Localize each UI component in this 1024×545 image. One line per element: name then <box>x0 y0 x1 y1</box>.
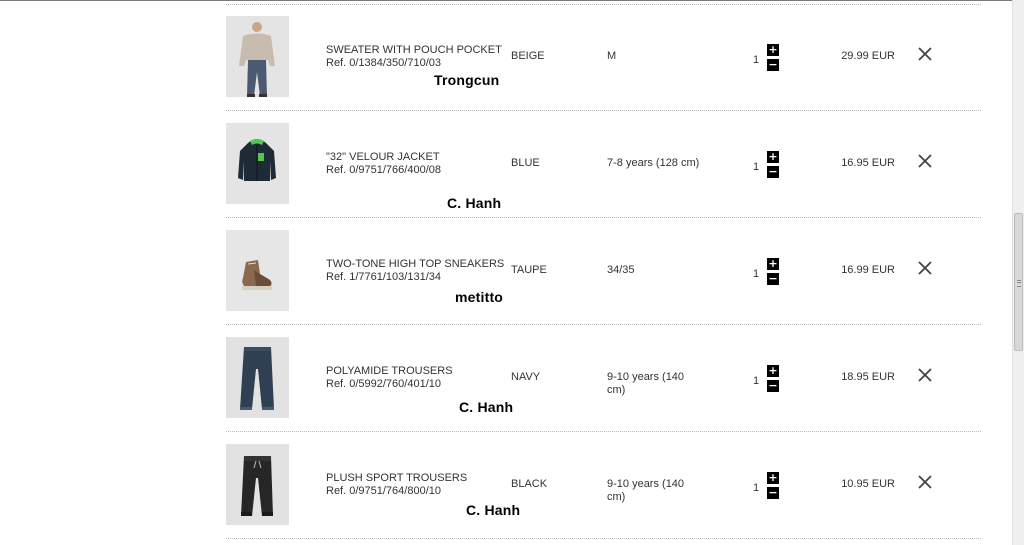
close-icon[interactable] <box>917 46 933 62</box>
cart-item-row: SWEATER WITH POUCH POCKET Ref. 0/1384/35… <box>226 4 981 111</box>
cart-item-row: TWO-TONE HIGH TOP SNEAKERS Ref. 1/7761/1… <box>226 218 981 325</box>
quantity-stepper: + − <box>767 151 779 181</box>
watermark-text: C. Hanh <box>466 502 521 518</box>
product-name[interactable]: SWEATER WITH POUCH POCKET <box>326 44 502 57</box>
product-name[interactable]: POLYAMIDE TROUSERS <box>326 365 453 378</box>
shopping-cart-page: SWEATER WITH POUCH POCKET Ref. 0/1384/35… <box>0 0 1024 545</box>
product-color: NAVY <box>511 371 541 383</box>
cart-item-row: PLUSH SPORT TROUSERS Ref. 0/9751/764/800… <box>226 432 981 539</box>
cart-item-row: "32" VELOUR JACKET Ref. 0/9751/766/400/0… <box>226 111 981 218</box>
product-image-sport-trousers[interactable] <box>226 444 289 525</box>
increase-quantity-button[interactable]: + <box>767 472 779 484</box>
quantity-value: 1 <box>753 161 760 173</box>
product-price: 18.95 EUR <box>841 371 895 383</box>
product-ref: Ref. 0/9751/764/800/10 <box>326 485 441 497</box>
cart-item-row: POLYAMIDE TROUSERS Ref. 0/5992/760/401/1… <box>226 325 981 432</box>
increase-quantity-button[interactable]: + <box>767 151 779 163</box>
product-size: M <box>607 50 617 62</box>
quantity-stepper: + − <box>767 44 779 74</box>
product-name[interactable]: "32" VELOUR JACKET <box>326 151 441 164</box>
quantity-value: 1 <box>753 268 760 280</box>
product-color: BLACK <box>511 478 548 490</box>
product-size: 9-10 years (140 cm) <box>607 478 685 503</box>
quantity-stepper: + − <box>767 258 779 288</box>
product-price: 29.99 EUR <box>841 50 895 62</box>
product-price: 16.99 EUR <box>841 264 895 276</box>
product-size: 7-8 years (128 cm) <box>607 157 700 169</box>
product-ref: Ref. 1/7761/103/131/34 <box>326 271 441 283</box>
quantity-value: 1 <box>753 54 760 66</box>
window-top-border <box>0 0 1012 1</box>
row-divider <box>226 538 981 539</box>
product-ref: Ref. 0/9751/766/400/08 <box>326 164 441 176</box>
increase-quantity-button[interactable]: + <box>767 365 779 377</box>
decrease-quantity-button[interactable]: − <box>767 59 779 71</box>
quantity-stepper: + − <box>767 365 779 395</box>
product-image-jacket[interactable] <box>226 123 289 204</box>
product-ref: Ref. 0/5992/760/401/10 <box>326 378 441 390</box>
product-image-trousers[interactable] <box>226 337 289 418</box>
product-name[interactable]: TWO-TONE HIGH TOP SNEAKERS <box>326 258 504 271</box>
product-ref: Ref. 0/1384/350/710/03 <box>326 57 441 69</box>
increase-quantity-button[interactable]: + <box>767 44 779 56</box>
close-icon[interactable] <box>917 474 933 490</box>
product-price: 10.95 EUR <box>841 478 895 490</box>
product-info: POLYAMIDE TROUSERS Ref. 0/5992/760/401/1… <box>326 365 453 391</box>
close-icon[interactable] <box>917 367 933 383</box>
product-size: 34/35 <box>607 264 635 276</box>
product-color: TAUPE <box>511 264 547 276</box>
product-size: 9-10 years (140 cm) <box>607 371 685 396</box>
watermark-text: C. Hanh <box>447 195 502 211</box>
product-color: BEIGE <box>511 50 545 62</box>
product-color: BLUE <box>511 157 540 169</box>
quantity-value: 1 <box>753 482 760 494</box>
product-info: TWO-TONE HIGH TOP SNEAKERS Ref. 1/7761/1… <box>326 258 504 284</box>
watermark-text: Trongcun <box>434 72 500 88</box>
product-name[interactable]: PLUSH SPORT TROUSERS <box>326 472 467 485</box>
decrease-quantity-button[interactable]: − <box>767 380 779 392</box>
vertical-scrollbar[interactable] <box>1012 0 1024 545</box>
quantity-value: 1 <box>753 375 760 387</box>
product-price: 16.95 EUR <box>841 157 895 169</box>
watermark-text: metitto <box>455 289 504 305</box>
watermark-text: C. Hanh <box>459 399 514 415</box>
product-image-sneakers[interactable] <box>226 230 289 311</box>
decrease-quantity-button[interactable]: − <box>767 487 779 499</box>
product-info: PLUSH SPORT TROUSERS Ref. 0/9751/764/800… <box>326 472 467 498</box>
decrease-quantity-button[interactable]: − <box>767 273 779 285</box>
close-icon[interactable] <box>917 153 933 169</box>
scrollbar-thumb[interactable] <box>1014 213 1023 351</box>
increase-quantity-button[interactable]: + <box>767 258 779 270</box>
grip-icon <box>1017 280 1021 287</box>
quantity-stepper: + − <box>767 472 779 502</box>
close-icon[interactable] <box>917 260 933 276</box>
product-info: SWEATER WITH POUCH POCKET Ref. 0/1384/35… <box>326 44 502 70</box>
product-image-sweater[interactable] <box>226 16 289 97</box>
decrease-quantity-button[interactable]: − <box>767 166 779 178</box>
product-info: "32" VELOUR JACKET Ref. 0/9751/766/400/0… <box>326 151 441 177</box>
